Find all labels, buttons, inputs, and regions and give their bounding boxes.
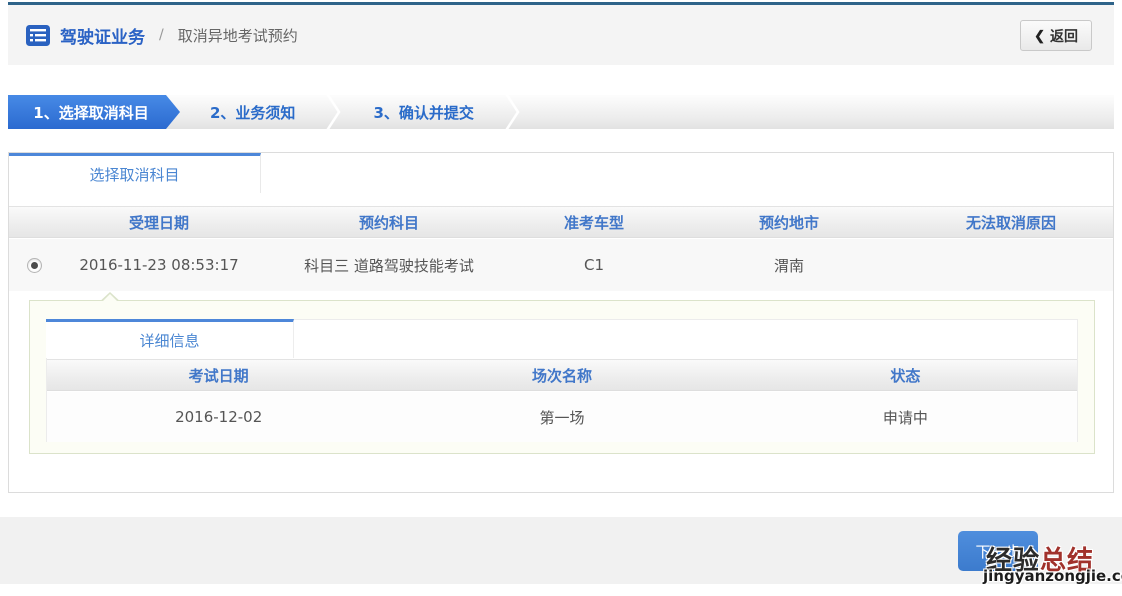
cell-city: 渭南 <box>669 255 909 276</box>
chevron-separator-icon <box>504 95 522 129</box>
step-3-label: 3、确认并提交 <box>373 102 473 123</box>
header-accept-date: 受理日期 <box>59 212 259 233</box>
list-icon <box>26 25 50 46</box>
cell-exam-date: 2016-12-02 <box>47 408 390 426</box>
header-subject: 预约科目 <box>259 212 519 233</box>
page-title: 驾驶证业务 <box>60 23 145 48</box>
detail-box: 详细信息 考试日期 场次名称 状态 2016-12-02 第一场 申请中 <box>46 319 1078 442</box>
header-city: 预约地市 <box>669 212 909 233</box>
back-button[interactable]: ❮ 返回 <box>1020 20 1092 51</box>
cell-subject: 科目三 道路驾驶技能考试 <box>259 255 519 276</box>
watermark-site: jingyanzongjie.com <box>983 567 1122 585</box>
tab-detail-info-label: 详细信息 <box>139 330 199 351</box>
detail-row: 2016-12-02 第一场 申请中 <box>47 392 1077 442</box>
cell-status: 申请中 <box>734 407 1077 428</box>
step-2-notice[interactable]: 2、业务须知 <box>180 95 325 129</box>
cell-accept-date: 2016-11-23 08:53:17 <box>59 256 259 274</box>
breadcrumb: 取消异地考试预约 <box>178 25 298 46</box>
detail-caret-icon <box>99 294 121 305</box>
step-bar: 1、选择取消科目 2、业务须知 3、确认并提交 <box>8 95 1114 129</box>
header-cancel-reason: 无法取消原因 <box>909 212 1113 233</box>
step-3-confirm-submit[interactable]: 3、确认并提交 <box>343 95 503 129</box>
cell-vehicle-type: C1 <box>519 256 669 274</box>
cell-session-name: 第一场 <box>390 407 733 428</box>
appointments-table-header: 受理日期 预约科目 准考车型 预约地市 无法取消原因 <box>9 206 1113 238</box>
detail-panel: 详细信息 考试日期 场次名称 状态 2016-12-02 第一场 申请中 <box>29 300 1095 454</box>
detail-table-header: 考试日期 场次名称 状态 <box>47 359 1077 391</box>
tab-select-cancel-subject-label: 选择取消科目 <box>89 164 179 185</box>
footer-bar <box>0 517 1122 584</box>
appointment-row[interactable]: 2016-11-23 08:53:17 科目三 道路驾驶技能考试 C1 渭南 <box>9 239 1113 291</box>
tab-select-cancel-subject[interactable]: 选择取消科目 <box>9 153 261 193</box>
page-header: 驾驶证业务 / 取消异地考试预约 ❮ 返回 <box>8 5 1114 65</box>
chevron-left-icon: ❮ <box>1034 28 1045 44</box>
breadcrumb-separator: / <box>159 27 164 43</box>
step-2-label: 2、业务须知 <box>210 102 295 123</box>
header-exam-date: 考试日期 <box>47 365 390 386</box>
header-session-name: 场次名称 <box>390 365 733 386</box>
header-status: 状态 <box>734 365 1077 386</box>
step-1-select-subject[interactable]: 1、选择取消科目 <box>8 95 180 129</box>
appointment-radio[interactable] <box>27 258 42 273</box>
chevron-separator-icon <box>325 95 343 129</box>
tab-detail-info[interactable]: 详细信息 <box>46 319 294 358</box>
header-vehicle-type: 准考车型 <box>519 212 669 233</box>
step-1-label: 1、选择取消科目 <box>33 102 148 123</box>
content-panel: 选择取消科目 受理日期 预约科目 准考车型 预约地市 无法取消原因 2016-1… <box>8 152 1114 493</box>
back-button-label: 返回 <box>1050 26 1078 46</box>
